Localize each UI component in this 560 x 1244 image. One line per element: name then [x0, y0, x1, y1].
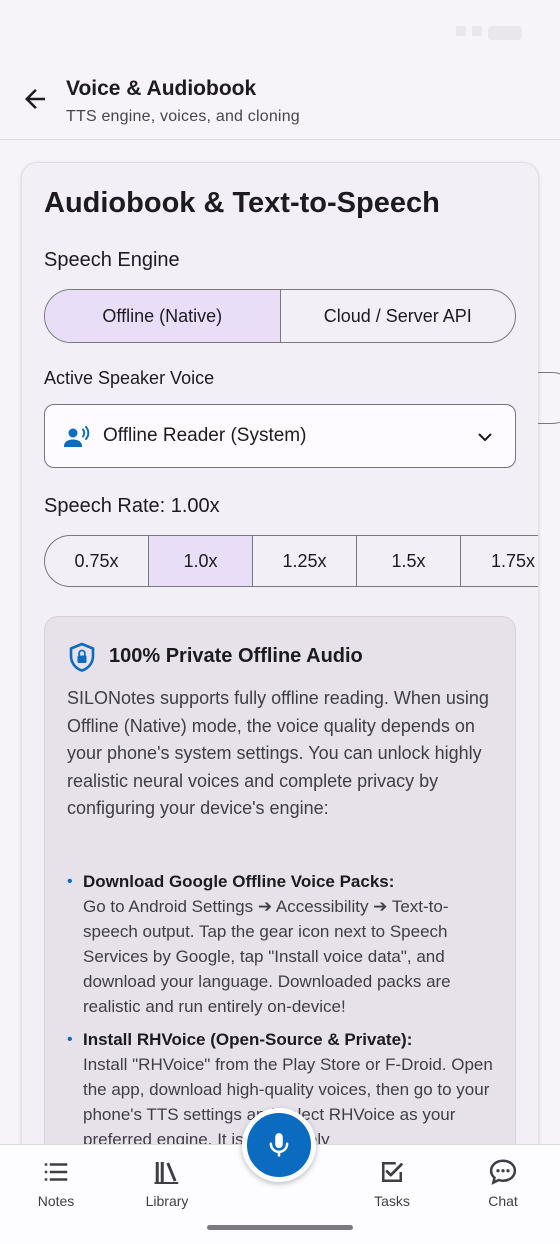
shield-lock-icon	[69, 642, 95, 672]
nav-label-notes: Notes	[37, 1193, 75, 1209]
card-title: Audiobook & Text-to-Speech	[44, 187, 440, 219]
status-bar	[0, 0, 560, 66]
home-indicator[interactable]	[207, 1225, 353, 1230]
rate-option-0-75x[interactable]: 0.75x	[45, 536, 149, 586]
rate-option-1-75x[interactable]: 1.75x	[461, 536, 538, 586]
speech-engine-label: Speech Engine	[44, 249, 180, 271]
info-title: 100% Private Offline Audio	[109, 645, 363, 667]
page-title: Voice & Audiobook	[66, 77, 257, 100]
nav-item-library[interactable]: Library	[117, 1157, 217, 1209]
nav-item-tasks[interactable]: Tasks	[342, 1157, 442, 1209]
nav-label-tasks: Tasks	[374, 1193, 410, 1209]
speaker-voice-dropdown[interactable]: Offline Reader (System)	[44, 404, 516, 468]
engine-option-cloud[interactable]: Cloud / Server API	[279, 290, 516, 342]
top-app-bar: Voice & Audiobook TTS engine, voices, an…	[0, 66, 560, 140]
voice-record-button[interactable]	[242, 1108, 316, 1182]
nav-label-chat: Chat	[488, 1193, 518, 1209]
speaker-voice-label: Active Speaker Voice	[44, 368, 215, 388]
back-button[interactable]	[20, 84, 50, 114]
info-intro-text: SILONotes supports fully offline reading…	[67, 688, 489, 818]
engine-option-offline[interactable]: Offline (Native)	[45, 290, 280, 342]
arrow-left-icon	[25, 89, 45, 109]
speech-rate-selector: 0.75x 1.0x 1.25x 1.5x 1.75x	[44, 535, 538, 587]
rate-option-1-5x[interactable]: 1.5x	[357, 536, 461, 586]
microphone-icon	[269, 1133, 289, 1157]
list-item-title: Download Google Offline Voice Packs:	[83, 872, 395, 891]
wifi-icon	[472, 26, 482, 36]
list-item-body: Go to Android Settings ➔ Accessibility ➔…	[83, 897, 451, 1016]
library-books-icon	[154, 1162, 179, 1184]
check-box-icon	[382, 1162, 403, 1182]
rate-option-1-0x[interactable]: 1.0x	[149, 536, 253, 586]
speech-engine-toggle: Offline (Native) Cloud / Server API	[44, 289, 516, 343]
page-subtitle: TTS engine, voices, and cloning	[66, 108, 300, 125]
list-item: • Download Google Offline Voice Packs: G…	[67, 869, 499, 1019]
nav-item-notes[interactable]: Notes	[6, 1157, 106, 1209]
record-voice-icon	[64, 426, 90, 447]
bullet-icon: •	[67, 1031, 73, 1048]
rate-selector-overflow-edge	[538, 372, 560, 424]
chevron-down-icon	[478, 433, 492, 441]
nav-label-library: Library	[145, 1193, 189, 1209]
chat-bubble-icon	[489, 1159, 517, 1185]
status-icons	[456, 26, 522, 40]
bullet-icon: •	[67, 873, 73, 890]
speech-rate-label: Speech Rate: 1.00x	[44, 495, 220, 517]
list-item-title: Install RHVoice (Open-Source & Private):	[83, 1030, 413, 1049]
battery-icon	[488, 26, 522, 40]
offline-privacy-info-box: 100% Private Offline Audio SILONotes sup…	[44, 616, 516, 1161]
notes-list-icon	[44, 1163, 68, 1181]
signal-icon	[456, 26, 466, 36]
tts-settings-card: Audiobook & Text-to-Speech Speech Engine…	[21, 162, 539, 1162]
nav-item-chat[interactable]: Chat	[453, 1157, 553, 1209]
rate-option-1-25x[interactable]: 1.25x	[253, 536, 357, 586]
speaker-voice-value: Offline Reader (System)	[103, 425, 307, 446]
